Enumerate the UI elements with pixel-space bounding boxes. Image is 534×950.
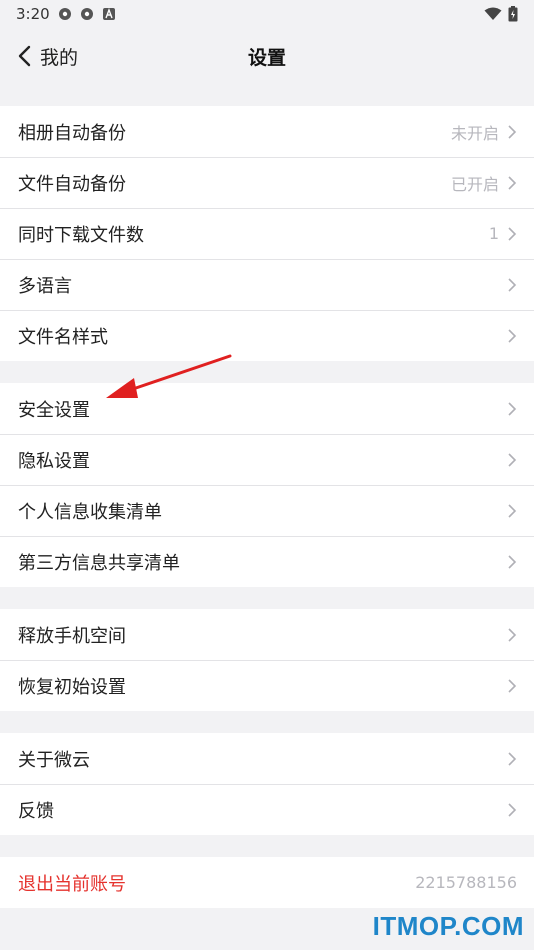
setting-label: 反馈 xyxy=(18,800,54,822)
setting-label: 文件自动备份 xyxy=(18,173,126,195)
setting-label: 第三方信息共享清单 xyxy=(18,552,180,574)
settings-group-security: 安全设置 隐私设置 个人信息收集清单 第三方信息共享清单 xyxy=(0,383,534,587)
setting-language[interactable]: 多语言 xyxy=(0,259,534,310)
page-title: 设置 xyxy=(247,46,286,69)
setting-label: 同时下载文件数 xyxy=(18,224,144,246)
back-button[interactable]: 我的 xyxy=(16,43,78,70)
settings-group-about: 关于微云 反馈 xyxy=(0,733,534,835)
app-notification-icon xyxy=(58,8,71,20)
watermark: ITMOP.COM xyxy=(372,911,524,941)
chevron-right-icon xyxy=(508,503,517,518)
setting-label: 个人信息收集清单 xyxy=(18,501,162,523)
chevron-right-icon xyxy=(508,175,517,190)
wifi-icon xyxy=(484,7,502,20)
logout-label: 退出当前账号 xyxy=(18,873,126,895)
settings-group-account: 退出当前账号 2215788156 xyxy=(0,857,534,908)
app-notification-icon-2 xyxy=(80,8,93,20)
chevron-right-icon xyxy=(508,554,517,569)
chevron-right-icon xyxy=(508,277,517,292)
setting-label: 文件名样式 xyxy=(18,326,108,348)
setting-label: 关于微云 xyxy=(18,749,90,771)
setting-label: 隐私设置 xyxy=(18,450,90,472)
chevron-left-icon xyxy=(18,45,31,67)
setting-filename-style[interactable]: 文件名样式 xyxy=(0,310,534,361)
settings-group-storage: 相册自动备份 未开启 文件自动备份 已开启 同时下载文件数 1 多语言 文件名样… xyxy=(0,106,534,361)
chevron-right-icon xyxy=(508,226,517,241)
chevron-right-icon xyxy=(508,328,517,343)
settings-group-maintenance: 释放手机空间 恢复初始设置 xyxy=(0,609,534,711)
setting-security[interactable]: 安全设置 xyxy=(0,383,534,434)
account-number: 2215788156 xyxy=(415,873,517,892)
setting-free-space[interactable]: 释放手机空间 xyxy=(0,609,534,660)
setting-concurrent-downloads[interactable]: 同时下载文件数 1 xyxy=(0,208,534,259)
chevron-right-icon xyxy=(508,802,517,817)
chevron-right-icon xyxy=(508,124,517,139)
battery-icon xyxy=(508,6,518,22)
setting-personal-info-list[interactable]: 个人信息收集清单 xyxy=(0,485,534,536)
setting-label: 释放手机空间 xyxy=(18,625,126,647)
status-bar: 3:20 xyxy=(0,0,534,28)
setting-about[interactable]: 关于微云 xyxy=(0,733,534,784)
setting-reset[interactable]: 恢复初始设置 xyxy=(0,660,534,711)
setting-feedback[interactable]: 反馈 xyxy=(0,784,534,835)
chevron-right-icon xyxy=(508,401,517,416)
setting-value: 1 xyxy=(488,224,499,243)
setting-privacy[interactable]: 隐私设置 xyxy=(0,434,534,485)
chevron-right-icon xyxy=(508,627,517,642)
chevron-right-icon xyxy=(508,678,517,693)
setting-label: 相册自动备份 xyxy=(18,122,126,144)
setting-value: 未开启 xyxy=(450,123,499,143)
status-time: 3:20 xyxy=(16,5,50,23)
text-notification-icon xyxy=(102,8,115,20)
setting-label: 安全设置 xyxy=(18,399,90,421)
setting-album-backup[interactable]: 相册自动备份 未开启 xyxy=(0,106,534,157)
logout-button[interactable]: 退出当前账号 2215788156 xyxy=(0,857,534,908)
chevron-right-icon xyxy=(508,452,517,467)
nav-bar: 我的 设置 xyxy=(0,28,534,84)
chevron-right-icon xyxy=(508,751,517,766)
back-label: 我的 xyxy=(40,46,79,69)
setting-file-backup[interactable]: 文件自动备份 已开启 xyxy=(0,157,534,208)
setting-label: 恢复初始设置 xyxy=(18,676,126,698)
setting-label: 多语言 xyxy=(18,275,72,297)
setting-value: 已开启 xyxy=(450,174,499,194)
setting-third-party-sharing[interactable]: 第三方信息共享清单 xyxy=(0,536,534,587)
